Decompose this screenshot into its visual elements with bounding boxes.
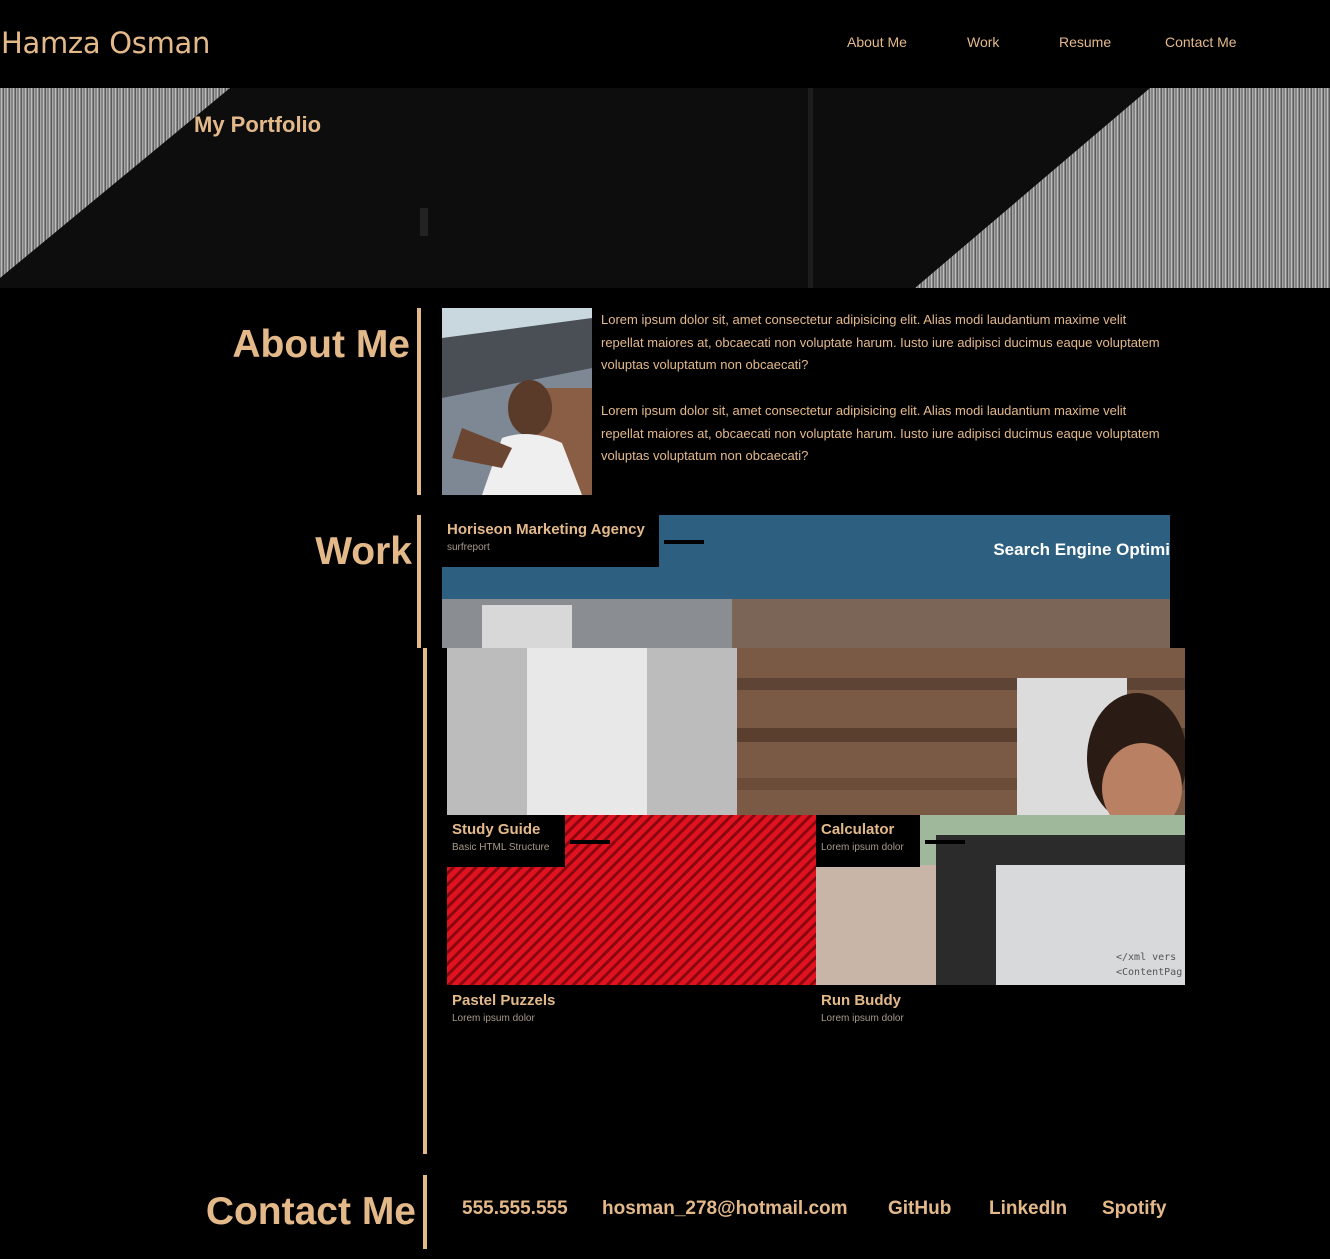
featured-project-subtitle: surfreport — [447, 542, 490, 553]
project-subtitle: Lorem ipsum dolor — [821, 842, 904, 853]
featured-project-title[interactable]: Horiseon Marketing Agency — [447, 521, 654, 538]
contact-heading: Contact Me — [205, 1190, 416, 1233]
page-title: My Portfolio — [194, 112, 322, 137]
project-subtitle: Basic HTML Structure — [452, 842, 550, 853]
about-paragraph-1: Lorem ipsum dolor sit, amet consectetur … — [601, 312, 1160, 372]
project-title[interactable]: Pastel Puzzels — [452, 992, 555, 1009]
featured-banner-text: Search Engine Optimi — [993, 540, 1170, 559]
featured-dash — [664, 540, 704, 544]
featured-project-card[interactable]: Search Engine Optimi Horiseon Marketing … — [442, 515, 1170, 648]
calculator-label: Calculator Lorem ipsum dolor — [816, 815, 920, 867]
study-guide-dash — [570, 840, 610, 844]
calculator-dash — [925, 840, 965, 844]
project-card-pastel-puzzels[interactable]: Pastel Puzzels Lorem ipsum dolor — [447, 985, 560, 1031]
svg-text:<ContentPag: <ContentPag — [1116, 967, 1182, 978]
project-card-study-guide[interactable]: Study Guide Basic HTML Structure — [447, 815, 816, 985]
site-header: Hamza Osman About Me Work Resume Contact… — [0, 0, 1330, 88]
work-heading: Work — [315, 530, 412, 573]
project-title[interactable]: Calculator — [821, 821, 915, 838]
contact-linkedin-link[interactable]: LinkedIn — [989, 1198, 1067, 1220]
work-divider-top — [417, 515, 421, 648]
featured-project-label: Horiseon Marketing Agency surfreport — [442, 515, 659, 567]
project-subtitle: Lorem ipsum dolor — [821, 1013, 904, 1024]
project-title[interactable]: Run Buddy — [821, 992, 904, 1009]
office-photo — [447, 648, 1185, 815]
nav-resume[interactable]: Resume — [1059, 34, 1111, 50]
hero-banner: My Portfolio — [0, 88, 1330, 288]
contact-phone-link[interactable]: 555.555.555 — [462, 1198, 568, 1220]
svg-text:</xml vers: </xml vers — [1116, 952, 1176, 963]
nav-about-me[interactable]: About Me — [847, 34, 907, 50]
featured-project-image-continued[interactable] — [447, 648, 1185, 815]
nav-work[interactable]: Work — [967, 34, 999, 50]
profile-photo — [442, 308, 592, 495]
study-guide-label: Study Guide Basic HTML Structure — [447, 815, 565, 867]
about-divider — [417, 308, 421, 495]
project-subtitle: Lorem ipsum dolor — [452, 1013, 535, 1024]
project-card-run-buddy[interactable]: Run Buddy Lorem ipsum dolor — [816, 985, 909, 1031]
contact-spotify-link[interactable]: Spotify — [1102, 1198, 1166, 1220]
nav-contact-me[interactable]: Contact Me — [1165, 34, 1237, 50]
contact-email-link[interactable]: hosman_278@hotmail.com — [602, 1198, 848, 1220]
project-card-calculator[interactable]: </xml vers <ContentPag Calculator Lorem … — [816, 815, 1185, 985]
work-divider — [423, 648, 427, 1154]
profile-photo-image — [442, 308, 592, 495]
contact-github-link[interactable]: GitHub — [888, 1198, 951, 1220]
about-paragraph-2: Lorem ipsum dolor sit, amet consectetur … — [601, 403, 1160, 463]
main-nav: About Me Work Resume Contact Me — [0, 34, 1330, 54]
about-heading: About Me — [232, 323, 410, 366]
contact-divider — [423, 1175, 427, 1249]
project-title[interactable]: Study Guide — [452, 821, 560, 838]
